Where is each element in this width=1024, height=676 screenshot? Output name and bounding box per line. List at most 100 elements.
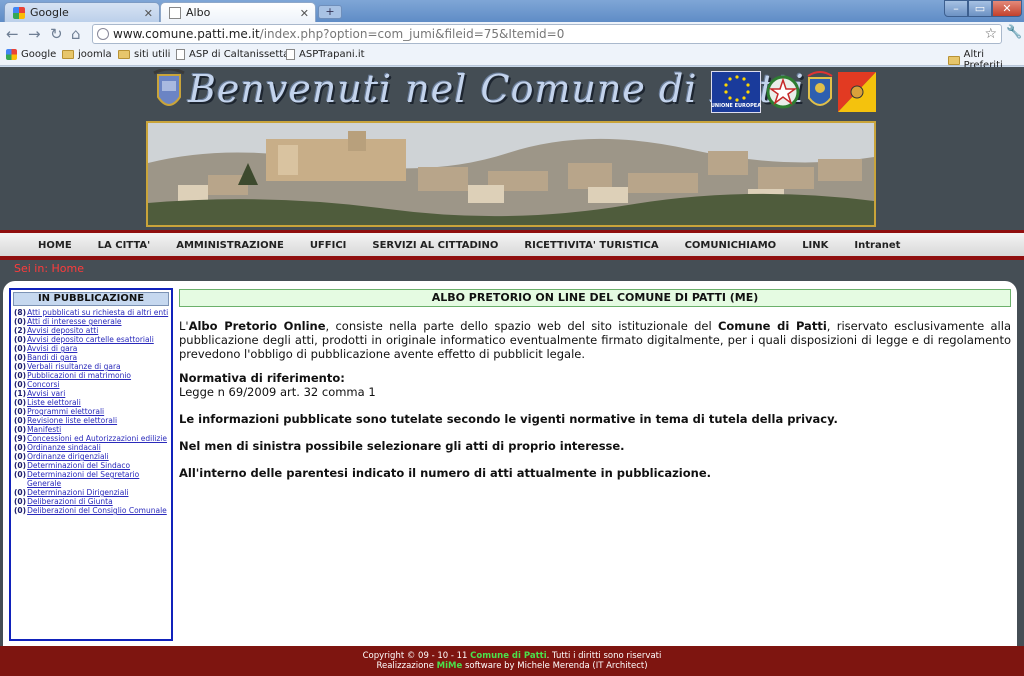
item-link[interactable]: Concorsi xyxy=(27,380,59,389)
sidebar-item[interactable]: (0) Manifesti xyxy=(14,425,169,434)
star-icon[interactable]: ☆ xyxy=(984,25,997,43)
content-area: IN PUBBLICAZIONE (8) Atti pubblicati su r… xyxy=(3,281,1017,646)
tab-label: Albo xyxy=(186,6,211,19)
reload-icon[interactable]: ↻ xyxy=(50,25,63,43)
sidebar-item[interactable]: (0) Ordinanze dirigenziali xyxy=(14,452,169,461)
forward-arrow-icon[interactable]: → xyxy=(28,25,41,43)
sidebar-item[interactable]: (1) Avvisi vari xyxy=(14,389,169,398)
menu-item-amministrazione[interactable]: AMMINISTRAZIONE xyxy=(176,240,284,251)
main-menu-bar: HOME LA CITTA' AMMINISTRAZIONE UFFICI SE… xyxy=(0,230,1024,260)
bookmark-label: ASP di Caltanissetta xyxy=(189,49,290,60)
maximize-button[interactable]: ▭ xyxy=(968,0,992,17)
sidebar-list: (8) Atti pubblicati su richiesta di altri… xyxy=(11,308,171,515)
item-link[interactable]: Ordinanze dirigenziali xyxy=(27,452,109,461)
normativa-text: Legge n 69/2009 art. 32 comma 1 xyxy=(179,385,376,399)
sidebar-item[interactable]: (0) Deliberazioni del Consiglio Comunale xyxy=(14,506,169,515)
menu-item-ricettivita[interactable]: RICETTIVITA' TURISTICA xyxy=(524,240,658,251)
minimize-button[interactable]: – xyxy=(944,0,968,17)
footer-span: . Tutti i diritti sono riservati xyxy=(546,651,662,661)
url-path: /index.php?option=com_jumi&fileid=75&Ite… xyxy=(259,27,565,41)
wrench-icon[interactable]: 🔧 xyxy=(1006,25,1022,40)
intro-strong: Albo Pretorio Online xyxy=(188,319,326,333)
sidebar-item[interactable]: (9) Concessioni ed Autorizzazioni edilizi… xyxy=(14,434,169,443)
page-icon xyxy=(169,6,181,19)
sidebar-item[interactable]: (0) Liste elettorali xyxy=(14,398,169,407)
item-link[interactable]: Determinazioni Dirigenziali xyxy=(27,488,128,497)
item-count: (9) xyxy=(14,434,27,443)
folder-icon xyxy=(948,55,960,65)
item-link[interactable]: Atti pubblicati su richiesta di altri en… xyxy=(27,308,168,317)
item-link[interactable]: Bandi di gara xyxy=(27,353,77,362)
main-content: ALBO PRETORIO ON LINE DEL COMUNE DI PATT… xyxy=(179,289,1011,480)
item-link[interactable]: Ordinanze sindacali xyxy=(27,443,101,452)
menu-item-intranet[interactable]: Intranet xyxy=(854,240,900,251)
close-icon[interactable]: ✕ xyxy=(300,7,309,20)
item-link[interactable]: Liste elettorali xyxy=(27,398,81,407)
bookmark-siti-utili[interactable]: siti utili xyxy=(118,49,170,60)
sidebar-item[interactable]: (0) Determinazioni del Sindaco xyxy=(14,461,169,470)
item-link[interactable]: Avvisi di gara xyxy=(27,344,77,353)
sidebar-item[interactable]: (0) Determinazioni del Segretario General… xyxy=(14,470,169,488)
sidebar-item[interactable]: (0) Bandi di gara xyxy=(14,353,169,362)
item-count: (0) xyxy=(14,488,27,497)
item-link[interactable]: Avvisi vari xyxy=(27,389,65,398)
footer-span: Michele Merenda xyxy=(517,661,590,671)
item-count: (0) xyxy=(14,317,27,326)
item-link[interactable]: Revisione liste elettorali xyxy=(27,416,117,425)
item-link[interactable]: Atti di interesse generale xyxy=(27,317,121,326)
sidebar-item[interactable]: (0) Deliberazioni di Giunta xyxy=(14,497,169,506)
google-icon xyxy=(13,6,25,19)
item-count: (0) xyxy=(14,416,27,425)
new-tab-button[interactable]: + xyxy=(318,5,342,19)
sidebar-item[interactable]: (0) Determinazioni Dirigenziali xyxy=(14,488,169,497)
item-link[interactable]: Determinazioni del Sindaco xyxy=(27,461,130,470)
folder-icon xyxy=(118,50,130,59)
address-bar[interactable]: www.comune.patti.me.it/index.php?option=… xyxy=(92,24,1002,44)
item-link[interactable]: Pubblicazioni di matrimonio xyxy=(27,371,131,380)
item-count: (0) xyxy=(14,371,27,380)
item-link[interactable]: Determinazioni del Segretario Generale xyxy=(27,470,169,488)
bookmark-label: ASPTrapani.it xyxy=(299,49,365,60)
item-link[interactable]: Avvisi deposito atti xyxy=(27,326,98,335)
item-link[interactable]: Concessioni ed Autorizzazioni edilizie xyxy=(27,434,167,443)
bookmark-google[interactable]: Google xyxy=(6,49,56,60)
sidebar-item[interactable]: (0) Revisione liste elettorali xyxy=(14,416,169,425)
bookmarks-bar: Google joomla siti utili ASP di Caltanis… xyxy=(0,46,1024,71)
item-link[interactable]: Deliberazioni di Giunta xyxy=(27,497,113,506)
menu-item-servizi[interactable]: SERVIZI AL CITTADINO xyxy=(372,240,498,251)
item-link[interactable]: Manifesti xyxy=(27,425,61,434)
item-link[interactable]: Programmi elettorali xyxy=(27,407,104,416)
menu-item-link[interactable]: LINK xyxy=(802,240,828,251)
sidebar-item[interactable]: (0) Pubblicazioni di matrimonio xyxy=(14,371,169,380)
sidebar-item[interactable]: (0) Atti di interesse generale xyxy=(14,317,169,326)
sidebar-item[interactable]: (0) Concorsi xyxy=(14,380,169,389)
bookmark-asp-caltanissetta[interactable]: ASP di Caltanissetta xyxy=(176,49,289,60)
item-link[interactable]: Verbali risultanze di gara xyxy=(27,362,121,371)
close-window-button[interactable]: ✕ xyxy=(992,0,1022,17)
home-icon[interactable]: ⌂ xyxy=(71,25,81,43)
item-count: (0) xyxy=(14,380,27,389)
menu-item-home[interactable]: HOME xyxy=(38,240,72,251)
web-page: Benvenuti nel Comune di Patti UNIONE EUR… xyxy=(0,67,1024,676)
item-count: (0) xyxy=(14,344,27,353)
close-icon[interactable]: ✕ xyxy=(144,7,153,20)
sidebar-item[interactable]: (8) Atti pubblicati su richiesta di altri… xyxy=(14,308,169,317)
menu-item-comunichiamo[interactable]: COMUNICHIAMO xyxy=(685,240,777,251)
item-link[interactable]: Avvisi deposito cartelle esattoriali xyxy=(27,335,154,344)
sidebar-item[interactable]: (0) Ordinanze sindacali xyxy=(14,443,169,452)
tab-google[interactable]: Google ✕ xyxy=(4,2,160,22)
sidebar-item[interactable]: (2) Avvisi deposito atti xyxy=(14,326,169,335)
sidebar-item[interactable]: (0) Avvisi di gara xyxy=(14,344,169,353)
item-link[interactable]: Deliberazioni del Consiglio Comunale xyxy=(27,506,167,515)
tab-albo[interactable]: Albo ✕ xyxy=(160,2,316,22)
back-arrow-icon[interactable]: ← xyxy=(6,25,19,43)
menu-item-la-citta[interactable]: LA CITTA' xyxy=(98,240,151,251)
sidebar-item[interactable]: (0) Programmi elettorali xyxy=(14,407,169,416)
patti-panorama-photo xyxy=(146,121,876,227)
bookmark-asptrapani[interactable]: ASPTrapani.it xyxy=(286,49,365,60)
sidebar-item[interactable]: (0) Verbali risultanze di gara xyxy=(14,362,169,371)
item-count: (2) xyxy=(14,326,27,335)
menu-item-uffici[interactable]: UFFICI xyxy=(310,240,347,251)
sidebar-item[interactable]: (0) Avvisi deposito cartelle esattoriali xyxy=(14,335,169,344)
bookmark-joomla[interactable]: joomla xyxy=(62,49,112,60)
